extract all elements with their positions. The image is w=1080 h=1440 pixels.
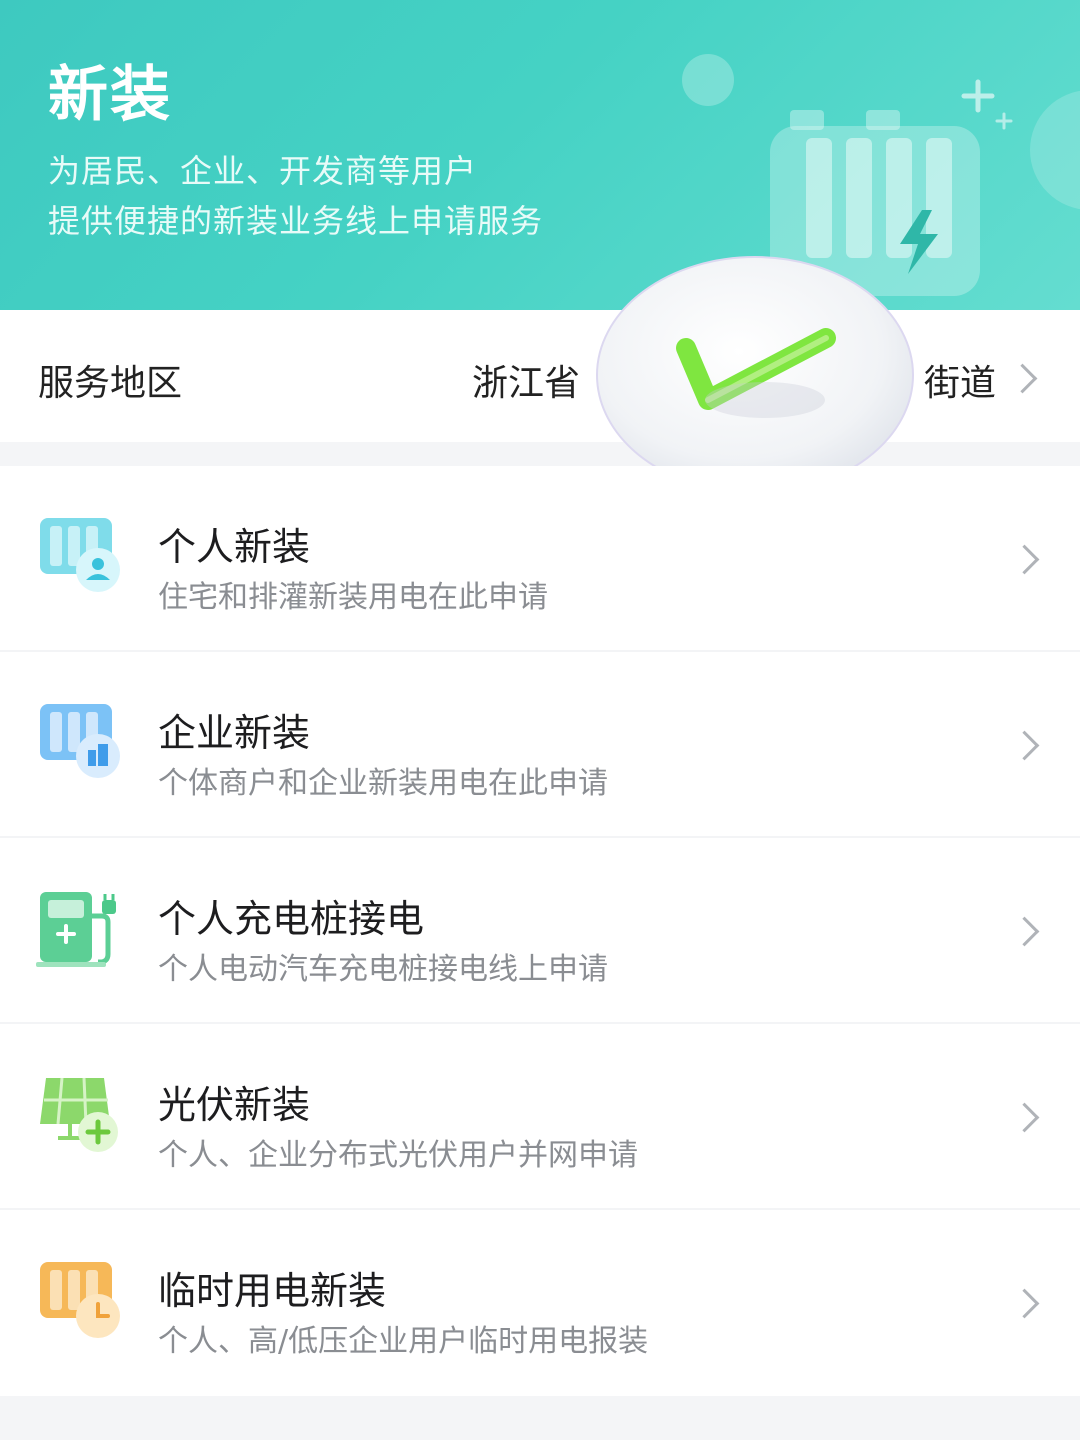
- service-item-personal-install[interactable]: 个人新装 住宅和排灌新装用电在此申请: [0, 466, 1080, 652]
- solar-install-icon: [40, 1077, 118, 1152]
- enterprise-install-icon: [40, 704, 120, 778]
- chevron-right-icon: [1009, 730, 1040, 761]
- service-description: 个人、高/低压企业用户临时用电报装: [158, 1324, 649, 1359]
- charging-pile-icon: [36, 892, 116, 967]
- service-description: 个体商户和企业新装用电在此申请: [158, 766, 608, 801]
- checkmark-bubble-icon: [596, 256, 914, 494]
- service-title: 个人新装: [158, 525, 311, 569]
- service-item-solar-install[interactable]: 光伏新装 个人、企业分布式光伏用户并网申请: [0, 1024, 1080, 1210]
- service-title: 临时用电新装: [158, 1269, 387, 1313]
- page-title: 新装: [48, 60, 172, 130]
- service-item-charging-pile[interactable]: 个人充电桩接电 个人电动汽车充电桩接电线上申请: [0, 838, 1080, 1024]
- service-description: 个人、企业分布式光伏用户并网申请: [158, 1138, 638, 1173]
- temporary-power-icon: [40, 1262, 120, 1338]
- service-item-enterprise-install[interactable]: 企业新装 个体商户和企业新装用电在此申请: [0, 652, 1080, 838]
- personal-install-icon: [40, 518, 120, 592]
- page-subtitle-line1: 为居民、企业、开发商等用户: [48, 152, 478, 190]
- chevron-right-icon: [1009, 1102, 1040, 1133]
- service-title: 光伏新装: [158, 1083, 311, 1127]
- service-description: 住宅和排灌新装用电在此申请: [158, 580, 548, 615]
- chevron-right-icon: [1009, 1288, 1040, 1319]
- service-title: 企业新装: [158, 711, 311, 755]
- region-province-value: 浙江省: [472, 363, 581, 404]
- service-region-label: 服务地区: [38, 363, 183, 404]
- service-description: 个人电动汽车充电桩接电线上申请: [158, 952, 608, 987]
- chevron-right-icon: [1009, 544, 1040, 575]
- page-subtitle-line2: 提供便捷的新装业务线上申请服务: [48, 202, 544, 240]
- region-street-value: 街道: [924, 363, 997, 404]
- service-list: 个人新装 住宅和排灌新装用电在此申请 企业新装 个体商户和企业新装用电在此申请: [0, 466, 1080, 1396]
- service-item-temporary-power[interactable]: 临时用电新装 个人、高/低压企业用户临时用电报装: [0, 1210, 1080, 1396]
- chevron-right-icon: [1009, 916, 1040, 947]
- service-title: 个人充电桩接电: [158, 897, 425, 941]
